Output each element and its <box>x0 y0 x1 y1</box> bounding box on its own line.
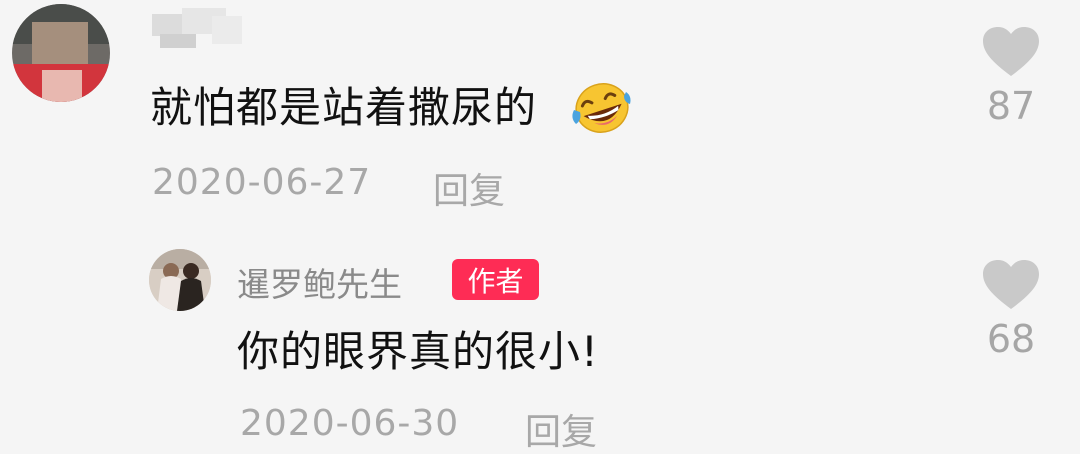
reply-text: 你的眼界真的很小! <box>237 327 599 376</box>
comment-text: 就怕都是站着撒尿的 <box>150 83 538 132</box>
reply-author-avatar[interactable] <box>149 249 211 311</box>
comment-like-count: 87 <box>986 84 1036 128</box>
rofl-emoji-icon <box>572 83 631 133</box>
comment-reply-button[interactable]: 回复 <box>433 162 505 214</box>
reply-date: 2020-06-30 <box>240 403 460 444</box>
heart-icon <box>983 27 1039 76</box>
reply-like-button[interactable]: 68 <box>976 259 1046 361</box>
heart-icon <box>983 260 1039 309</box>
comment-thread: 就怕都是站着撒尿的 2020-06-27 回复 87 暹罗鲍先生 作者 你的眼界… <box>0 0 1080 454</box>
reply-like-count: 68 <box>986 317 1036 361</box>
comment-like-button[interactable]: 87 <box>976 26 1046 128</box>
author-badge: 作者 <box>452 259 539 300</box>
reply-author-name[interactable]: 暹罗鲍先生 <box>237 258 402 306</box>
commenter-avatar[interactable] <box>12 4 110 102</box>
commenter-username-redacted <box>152 8 242 50</box>
reply-reply-button[interactable]: 回复 <box>525 403 597 454</box>
comment-date: 2020-06-27 <box>152 162 372 203</box>
reply-avatar-photo <box>149 249 211 311</box>
